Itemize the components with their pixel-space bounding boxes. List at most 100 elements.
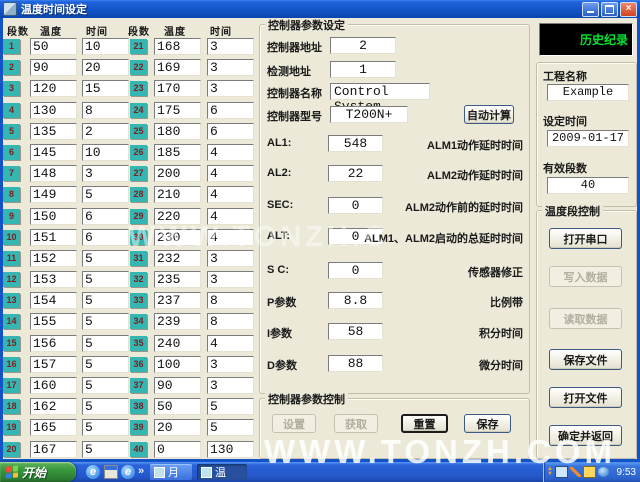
- time-input[interactable]: 3: [207, 356, 254, 373]
- time-input[interactable]: 4: [207, 229, 254, 246]
- field-input[interactable]: 1: [330, 61, 396, 78]
- temperature-input[interactable]: 175: [154, 102, 201, 119]
- temperature-input[interactable]: 149: [30, 186, 77, 203]
- time-input[interactable]: 5: [82, 271, 129, 288]
- temperature-input[interactable]: 20: [154, 419, 201, 436]
- time-input[interactable]: 2: [82, 123, 129, 140]
- temperature-input[interactable]: 185: [154, 144, 201, 161]
- temperature-input[interactable]: 100: [154, 356, 201, 373]
- time-input[interactable]: 5: [82, 335, 129, 352]
- temperature-input[interactable]: 145: [30, 144, 77, 161]
- field-input[interactable]: T200N+: [330, 106, 408, 123]
- temperature-input[interactable]: 180: [154, 123, 201, 140]
- time-input[interactable]: 5: [82, 292, 129, 309]
- temperature-input[interactable]: 210: [154, 186, 201, 203]
- temperature-input[interactable]: 232: [154, 250, 201, 267]
- temperature-input[interactable]: 120: [30, 80, 77, 97]
- taskbar-task-button-active[interactable]: 温: [197, 464, 247, 480]
- write-data-button[interactable]: 写入数据: [549, 266, 622, 287]
- time-input[interactable]: 4: [207, 144, 254, 161]
- temperature-input[interactable]: 220: [154, 208, 201, 225]
- auto-calc-button[interactable]: 自动计算: [464, 105, 514, 124]
- temperature-input[interactable]: 157: [30, 356, 77, 373]
- temperature-input[interactable]: 90: [154, 377, 201, 394]
- time-input[interactable]: 5: [82, 377, 129, 394]
- time-input[interactable]: 8: [82, 102, 129, 119]
- time-input[interactable]: 5: [82, 186, 129, 203]
- time-input[interactable]: 6: [207, 123, 254, 140]
- read-data-button[interactable]: 读取数据: [549, 308, 622, 329]
- display-tray-icon[interactable]: [555, 466, 568, 478]
- time-input[interactable]: 3: [207, 38, 254, 55]
- temperature-input[interactable]: 240: [154, 335, 201, 352]
- temperature-input[interactable]: 154: [30, 292, 77, 309]
- temperature-input[interactable]: 165: [30, 419, 77, 436]
- taskbar-task-button[interactable]: 月: [150, 464, 192, 480]
- time-input[interactable]: 3: [207, 377, 254, 394]
- temperature-input[interactable]: 156: [30, 335, 77, 352]
- temperature-input[interactable]: 200: [154, 165, 201, 182]
- temperature-input[interactable]: 153: [30, 271, 77, 288]
- time-input[interactable]: 10: [82, 38, 129, 55]
- temperature-input[interactable]: 155: [30, 313, 77, 330]
- tray-expand-icon[interactable]: ▲▼: [547, 467, 553, 477]
- open-serial-button[interactable]: 打开串口: [549, 228, 622, 249]
- time-input[interactable]: 3: [207, 59, 254, 76]
- time-input[interactable]: 5: [82, 356, 129, 373]
- temperature-input[interactable]: 169: [154, 59, 201, 76]
- temperature-input[interactable]: 168: [154, 38, 201, 55]
- temperature-input[interactable]: 237: [154, 292, 201, 309]
- temperature-input[interactable]: 235: [154, 271, 201, 288]
- set-time-input[interactable]: 2009-01-17: [547, 130, 629, 147]
- temperature-input[interactable]: 160: [30, 377, 77, 394]
- temperature-input[interactable]: 50: [30, 38, 77, 55]
- time-input[interactable]: 4: [207, 208, 254, 225]
- time-input[interactable]: 5: [82, 313, 129, 330]
- ie-icon[interactable]: e: [86, 465, 100, 479]
- time-input[interactable]: 6: [82, 208, 129, 225]
- minimize-button[interactable]: [582, 2, 599, 17]
- field-input[interactable]: Control System: [330, 83, 430, 100]
- open-file-button[interactable]: 打开文件: [549, 387, 622, 408]
- temperature-input[interactable]: 230: [154, 229, 201, 246]
- time-input[interactable]: 130: [207, 441, 254, 458]
- start-button[interactable]: 开始: [0, 462, 76, 482]
- time-input[interactable]: 15: [82, 80, 129, 97]
- get-button[interactable]: 获取: [334, 414, 378, 433]
- time-input[interactable]: 6: [207, 102, 254, 119]
- temperature-input[interactable]: 130: [30, 102, 77, 119]
- time-input[interactable]: 4: [207, 335, 254, 352]
- time-input[interactable]: 3: [207, 80, 254, 97]
- network-tray-icon[interactable]: [598, 467, 609, 477]
- temperature-input[interactable]: 135: [30, 123, 77, 140]
- time-input[interactable]: 10: [82, 144, 129, 161]
- set-button[interactable]: 设置: [272, 414, 316, 433]
- temperature-input[interactable]: 170: [154, 80, 201, 97]
- valid-segments-input[interactable]: 40: [547, 177, 629, 194]
- temperature-input[interactable]: 0: [154, 441, 201, 458]
- close-button[interactable]: ×: [620, 2, 637, 17]
- temperature-input[interactable]: 239: [154, 313, 201, 330]
- temperature-input[interactable]: 151: [30, 229, 77, 246]
- quicklaunch-overflow-chevron[interactable]: »: [138, 465, 144, 477]
- save-file-button[interactable]: 保存文件: [549, 349, 622, 370]
- temperature-input[interactable]: 150: [30, 208, 77, 225]
- time-input[interactable]: 5: [82, 250, 129, 267]
- time-input[interactable]: 8: [207, 313, 254, 330]
- temperature-input[interactable]: 162: [30, 398, 77, 415]
- time-input[interactable]: 5: [82, 419, 129, 436]
- time-input[interactable]: 4: [207, 186, 254, 203]
- card-tray-icon[interactable]: [583, 466, 596, 478]
- time-input[interactable]: 4: [207, 165, 254, 182]
- maximize-button[interactable]: [601, 2, 618, 17]
- temperature-input[interactable]: 167: [30, 441, 77, 458]
- time-input[interactable]: 3: [207, 271, 254, 288]
- window-quicklaunch-icon[interactable]: [104, 465, 118, 479]
- time-input[interactable]: 5: [207, 398, 254, 415]
- time-input[interactable]: 8: [207, 292, 254, 309]
- temperature-input[interactable]: 148: [30, 165, 77, 182]
- confirm-return-button[interactable]: 确定并返回: [549, 425, 622, 446]
- field-input[interactable]: 2: [330, 37, 396, 54]
- temperature-input[interactable]: 90: [30, 59, 77, 76]
- reset-button[interactable]: 重置: [401, 414, 448, 433]
